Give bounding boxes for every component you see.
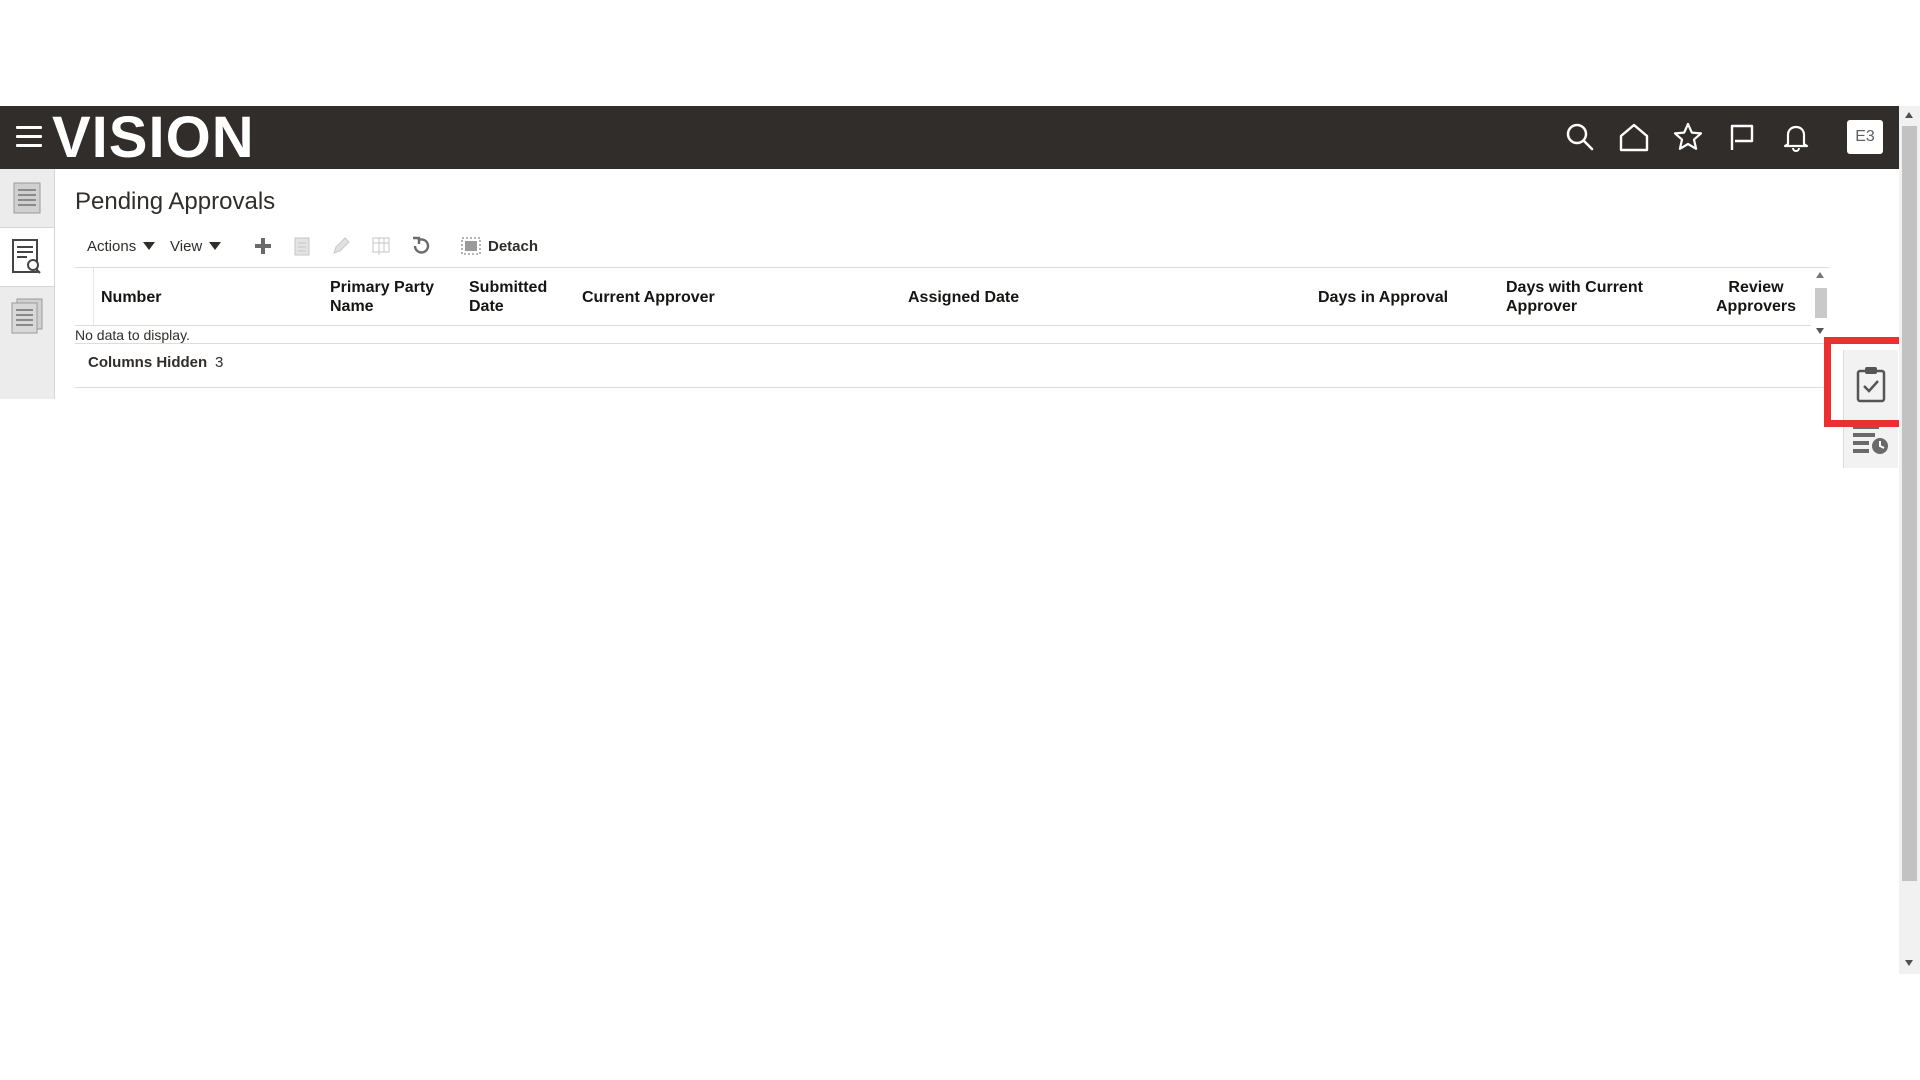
search-icon[interactable] (1563, 120, 1597, 154)
scroll-down-arrow-icon[interactable] (1816, 328, 1824, 334)
column-header-number[interactable]: Number (101, 288, 161, 307)
columns-hidden-label: Columns Hidden (88, 354, 208, 371)
document-search-tab[interactable] (0, 227, 54, 287)
detach-button[interactable]: Detach (460, 233, 538, 259)
vision-logo[interactable]: VISION (52, 108, 255, 168)
column-header-primary-party-name[interactable]: Primary Party Name (330, 278, 450, 316)
view-label: View (170, 237, 203, 255)
column-header-current-approver[interactable]: Current Approver (582, 288, 715, 307)
scrollbar-thumb[interactable] (1902, 126, 1917, 881)
chevron-down-icon (209, 242, 222, 250)
scroll-up-arrow-icon[interactable] (1816, 272, 1824, 278)
page-title: Pending Approvals (75, 188, 276, 215)
list-icon (13, 182, 41, 214)
table-status-bar: Columns Hidden 3 (75, 343, 1829, 388)
edit-icon[interactable] (330, 235, 352, 257)
page-vertical-scrollbar[interactable] (1899, 106, 1920, 974)
columns-hidden-count[interactable]: 3 (215, 354, 223, 371)
menu-icon[interactable] (16, 126, 42, 148)
pending-approvals-table: Number Primary Party Name Submitted Date… (75, 267, 1829, 344)
add-icon[interactable] (252, 235, 274, 257)
detach-label: Detach (488, 237, 539, 255)
duplicate-icon[interactable] (291, 235, 313, 257)
highlight-box (1824, 337, 1910, 427)
freeze-icon[interactable] (370, 235, 392, 257)
flag-icon[interactable] (1725, 120, 1759, 154)
user-avatar[interactable]: E3 (1847, 120, 1883, 154)
scroll-up-arrow-icon[interactable] (1905, 112, 1913, 118)
documents-tab[interactable] (0, 287, 54, 345)
column-header-review-approvers[interactable]: Review Approvers (1711, 278, 1801, 316)
table-header: Number Primary Party Name Submitted Date… (75, 268, 1811, 326)
scrollbar-thumb[interactable] (1815, 288, 1827, 318)
refresh-icon[interactable] (410, 235, 432, 257)
column-header-days-in-approval[interactable]: Days in Approval (1318, 288, 1448, 307)
column-header-submitted-date[interactable]: Submitted Date (469, 278, 559, 316)
actions-label: Actions (87, 237, 137, 255)
empty-table-message: No data to display. (75, 327, 190, 343)
star-icon[interactable] (1671, 120, 1705, 154)
home-icon[interactable] (1617, 120, 1651, 154)
global-header: VISION E3 (0, 106, 1899, 169)
row-selector-column (75, 268, 94, 325)
scroll-down-arrow-icon[interactable] (1905, 960, 1913, 966)
actions-menu[interactable]: Actions (87, 233, 156, 259)
column-header-days-with-current-approver[interactable]: Days with Current Approver (1506, 278, 1666, 316)
document-search-icon (12, 239, 41, 274)
detach-icon (461, 237, 481, 255)
column-header-assigned-date[interactable]: Assigned Date (908, 288, 1019, 307)
left-panel-tabs (0, 169, 55, 399)
bell-icon[interactable] (1779, 120, 1813, 154)
chevron-down-icon (143, 242, 156, 250)
view-menu[interactable]: View (170, 233, 222, 259)
documents-icon (11, 298, 43, 334)
table-vertical-scrollbar[interactable] (1811, 268, 1829, 338)
list-tab[interactable] (0, 169, 54, 227)
